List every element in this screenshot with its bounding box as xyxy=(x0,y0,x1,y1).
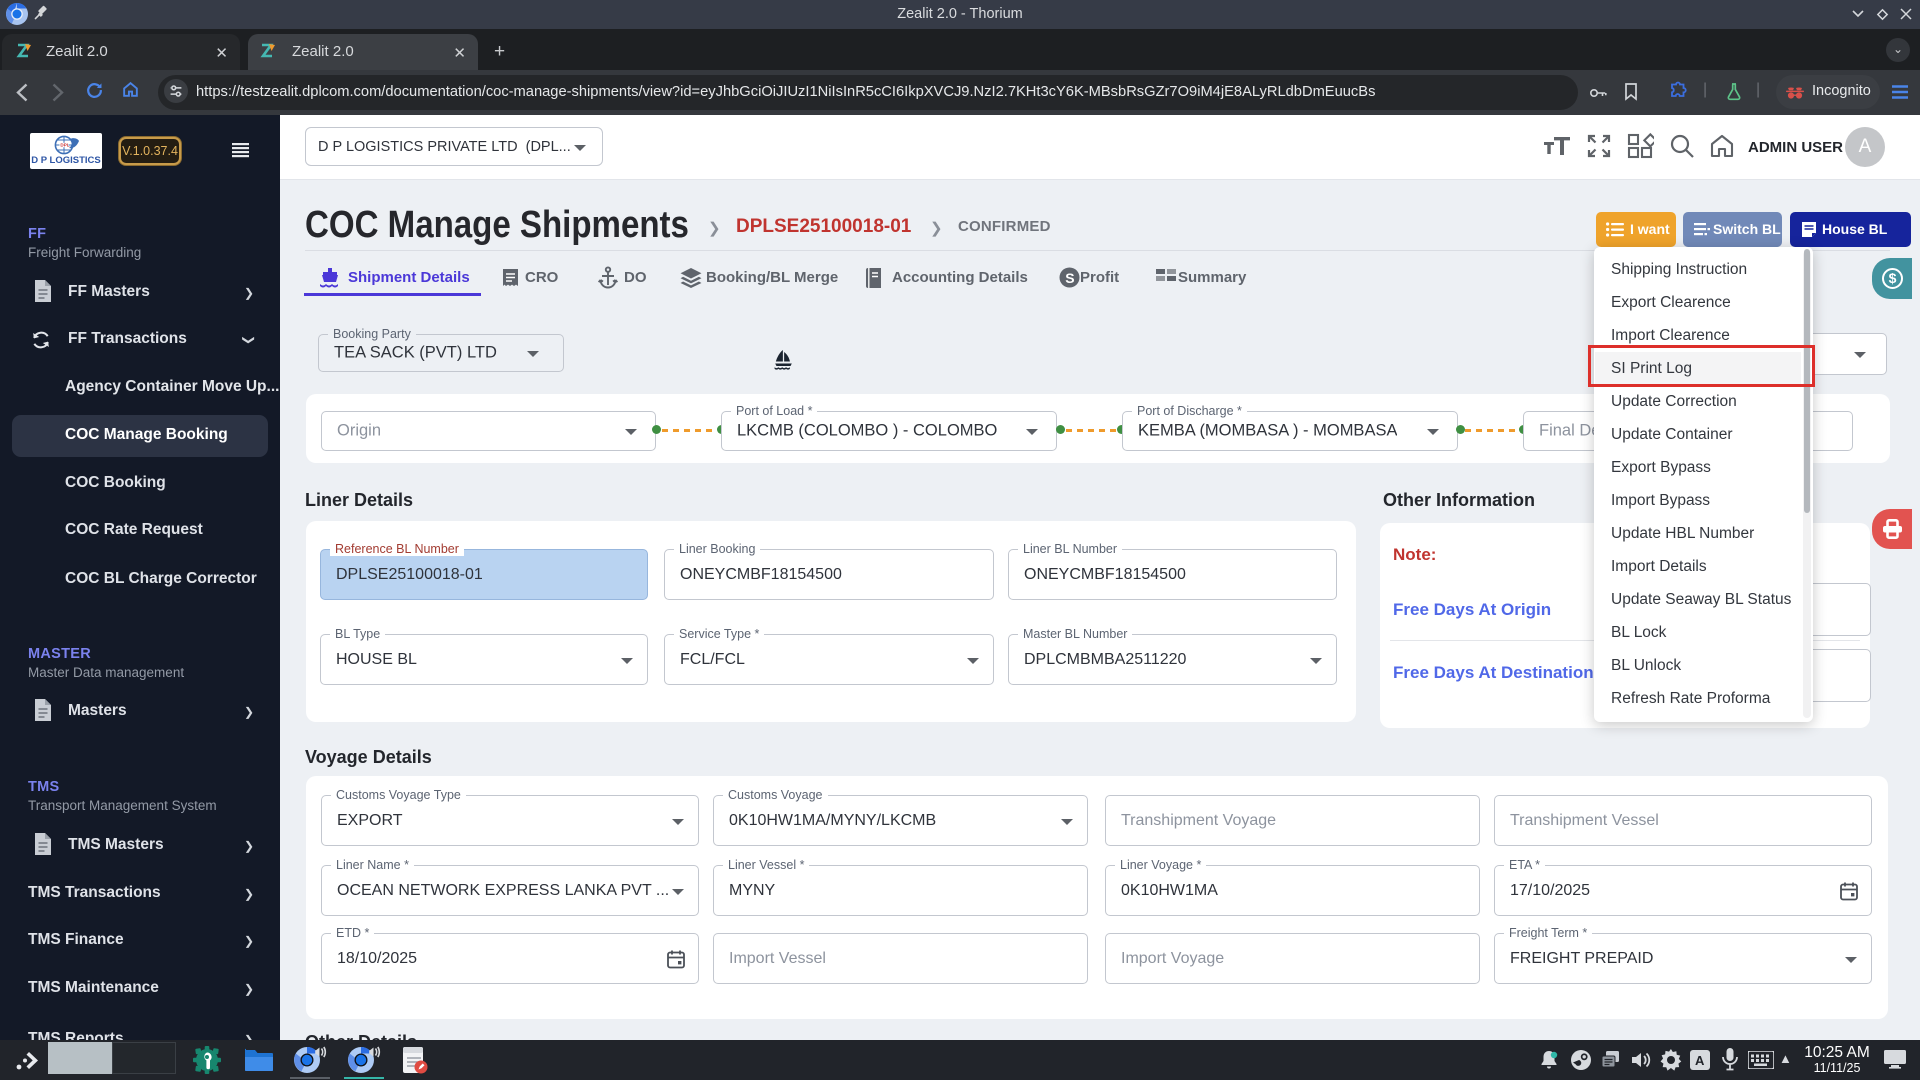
svg-text:A: A xyxy=(1695,1053,1705,1068)
svg-text:DPL: DPL xyxy=(60,143,69,148)
svg-text:S: S xyxy=(1065,270,1074,286)
